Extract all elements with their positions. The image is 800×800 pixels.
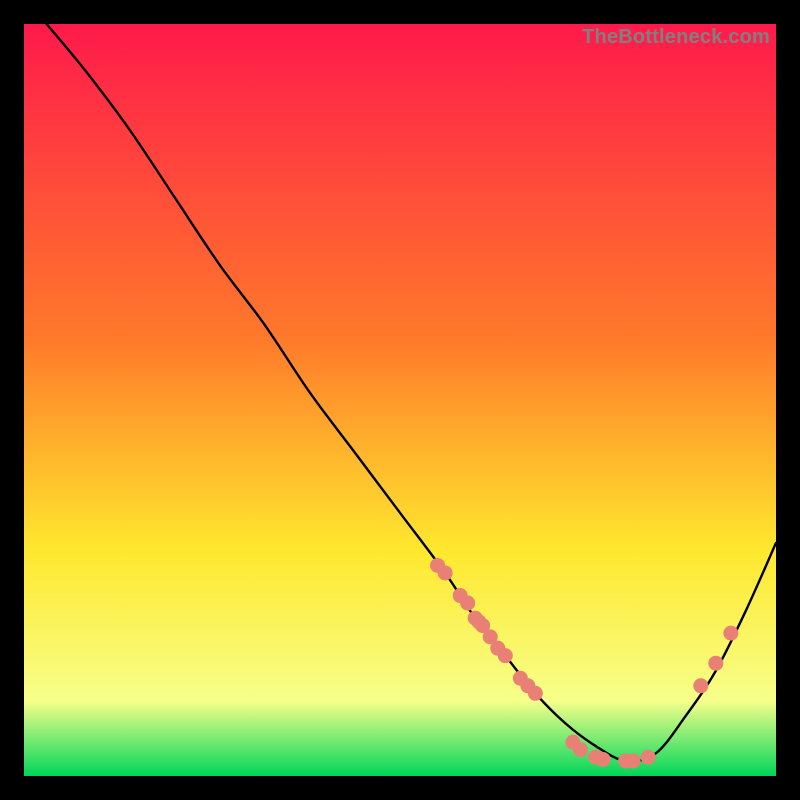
- data-point: [460, 596, 475, 611]
- data-point: [708, 656, 723, 671]
- data-point: [626, 753, 641, 768]
- data-point: [438, 565, 453, 580]
- attribution-label: TheBottleneck.com: [582, 26, 770, 49]
- data-point: [723, 626, 738, 641]
- data-point: [693, 678, 708, 693]
- data-point: [596, 752, 611, 767]
- gradient-bg: [24, 24, 776, 776]
- data-point: [498, 648, 513, 663]
- data-point: [573, 742, 588, 757]
- data-point: [528, 686, 543, 701]
- data-point: [641, 750, 656, 765]
- bottleneck-chart: [24, 24, 776, 776]
- chart-frame: TheBottleneck.com: [24, 24, 776, 776]
